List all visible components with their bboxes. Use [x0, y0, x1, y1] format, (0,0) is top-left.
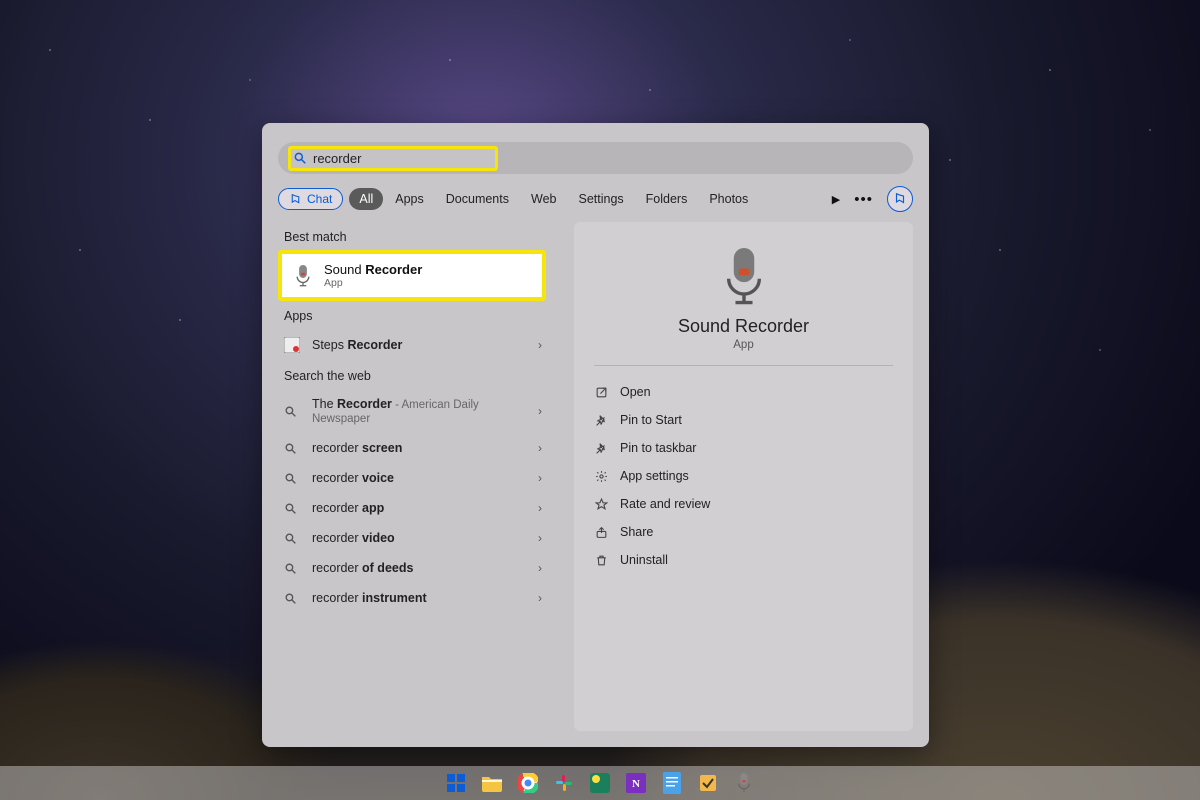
- star-icon: [594, 497, 608, 511]
- bing-chat-icon: [289, 193, 302, 206]
- tab-documents[interactable]: Documents: [436, 188, 519, 210]
- best-match-title: Sound Recorder: [324, 262, 422, 277]
- result-label: recorder voice: [312, 471, 394, 485]
- chat-pill[interactable]: Chat: [278, 188, 343, 210]
- action-label: App settings: [620, 469, 689, 483]
- search-icon: [293, 151, 307, 165]
- play-icon[interactable]: ▶: [832, 193, 840, 206]
- detail-subtitle: App: [594, 339, 893, 351]
- chevron-right-icon: ›: [538, 441, 542, 455]
- best-match-result[interactable]: Sound Recorder App: [278, 250, 546, 301]
- action-label: Pin to taskbar: [620, 441, 696, 455]
- web-result[interactable]: recorder app ›: [278, 493, 546, 523]
- taskbar-sound-recorder[interactable]: [732, 771, 756, 795]
- action-rate-and-review[interactable]: Rate and review: [594, 490, 893, 518]
- action-pin-to-start[interactable]: Pin to Start: [594, 406, 893, 434]
- detail-app-icon: [720, 248, 768, 306]
- chat-label: Chat: [307, 192, 332, 206]
- taskbar-start[interactable]: [444, 771, 468, 795]
- result-label: Steps Recorder: [312, 338, 402, 352]
- taskbar-chrome[interactable]: [516, 771, 540, 795]
- search-icon: [284, 502, 302, 515]
- pin-icon: [594, 413, 608, 427]
- action-pin-to-taskbar[interactable]: Pin to taskbar: [594, 434, 893, 462]
- chevron-right-icon: ›: [538, 591, 542, 605]
- apps-section-label: Apps: [278, 301, 546, 329]
- web-result[interactable]: recorder screen ›: [278, 433, 546, 463]
- tab-folders[interactable]: Folders: [636, 188, 698, 210]
- chevron-right-icon: ›: [538, 404, 542, 418]
- detail-pane: Sound Recorder App Open Pin to Start Pin t…: [574, 222, 913, 731]
- taskbar-pycharm[interactable]: [588, 771, 612, 795]
- search-icon: [284, 592, 302, 605]
- trash-icon: [594, 553, 608, 567]
- bing-icon[interactable]: [887, 186, 913, 212]
- search-icon: [284, 442, 302, 455]
- search-bar[interactable]: [278, 142, 913, 174]
- taskbar-slack[interactable]: [552, 771, 576, 795]
- start-search-panel: Chat AllAppsDocumentsWebSettingsFoldersP…: [262, 123, 929, 747]
- app-result[interactable]: Steps Recorder ›: [278, 329, 546, 361]
- chevron-right-icon: ›: [538, 561, 542, 575]
- chevron-right-icon: ›: [538, 338, 542, 352]
- taskbar: N: [0, 766, 1200, 800]
- web-result[interactable]: The Recorder - American Daily Newspaper …: [278, 389, 546, 433]
- result-label: recorder screen: [312, 441, 402, 455]
- action-label: Share: [620, 525, 653, 539]
- best-match-label: Best match: [278, 222, 546, 250]
- web-result[interactable]: recorder instrument ›: [278, 583, 546, 613]
- web-result[interactable]: recorder voice ›: [278, 463, 546, 493]
- result-label: recorder of deeds: [312, 561, 413, 575]
- result-label: The Recorder - American Daily Newspaper: [312, 397, 540, 425]
- result-label: recorder video: [312, 531, 395, 545]
- filter-tabs: Chat AllAppsDocumentsWebSettingsFoldersP…: [262, 174, 929, 222]
- action-open[interactable]: Open: [594, 378, 893, 406]
- taskbar-notepad[interactable]: [660, 771, 684, 795]
- tab-all[interactable]: All: [349, 188, 383, 210]
- share-icon: [594, 525, 608, 539]
- chevron-right-icon: ›: [538, 501, 542, 515]
- tab-photos[interactable]: Photos: [699, 188, 758, 210]
- result-label: recorder app: [312, 501, 384, 515]
- tab-apps[interactable]: Apps: [385, 188, 434, 210]
- action-uninstall[interactable]: Uninstall: [594, 546, 893, 574]
- action-label: Open: [620, 385, 651, 399]
- action-app-settings[interactable]: App settings: [594, 462, 893, 490]
- search-icon: [284, 532, 302, 545]
- taskbar-onenote[interactable]: N: [624, 771, 648, 795]
- chevron-right-icon: ›: [538, 531, 542, 545]
- taskbar-explorer[interactable]: [480, 771, 504, 795]
- taskbar-snip[interactable]: [696, 771, 720, 795]
- svg-text:N: N: [632, 778, 640, 790]
- action-label: Rate and review: [620, 497, 710, 511]
- web-result[interactable]: recorder of deeds ›: [278, 553, 546, 583]
- results-column: Best match Sound Recorder App Apps Steps…: [278, 222, 546, 731]
- tab-settings[interactable]: Settings: [568, 188, 633, 210]
- action-share[interactable]: Share: [594, 518, 893, 546]
- tab-web[interactable]: Web: [521, 188, 566, 210]
- sound-recorder-icon: [292, 265, 314, 287]
- search-icon: [284, 405, 302, 418]
- search-input[interactable]: [313, 151, 489, 166]
- pin-icon: [594, 441, 608, 455]
- web-result[interactable]: recorder video ›: [278, 523, 546, 553]
- best-match-subtitle: App: [324, 277, 422, 289]
- chevron-right-icon: ›: [538, 471, 542, 485]
- search-icon: [284, 562, 302, 575]
- result-label: recorder instrument: [312, 591, 427, 605]
- search-highlight: [288, 146, 498, 171]
- action-label: Uninstall: [620, 553, 668, 567]
- steps-recorder-icon: [284, 337, 302, 353]
- more-icon[interactable]: •••: [854, 191, 873, 208]
- search-icon: [284, 472, 302, 485]
- web-section-label: Search the web: [278, 361, 546, 389]
- action-label: Pin to Start: [620, 413, 682, 427]
- gear-icon: [594, 469, 608, 483]
- detail-title: Sound Recorder: [594, 316, 893, 337]
- open-icon: [594, 385, 608, 399]
